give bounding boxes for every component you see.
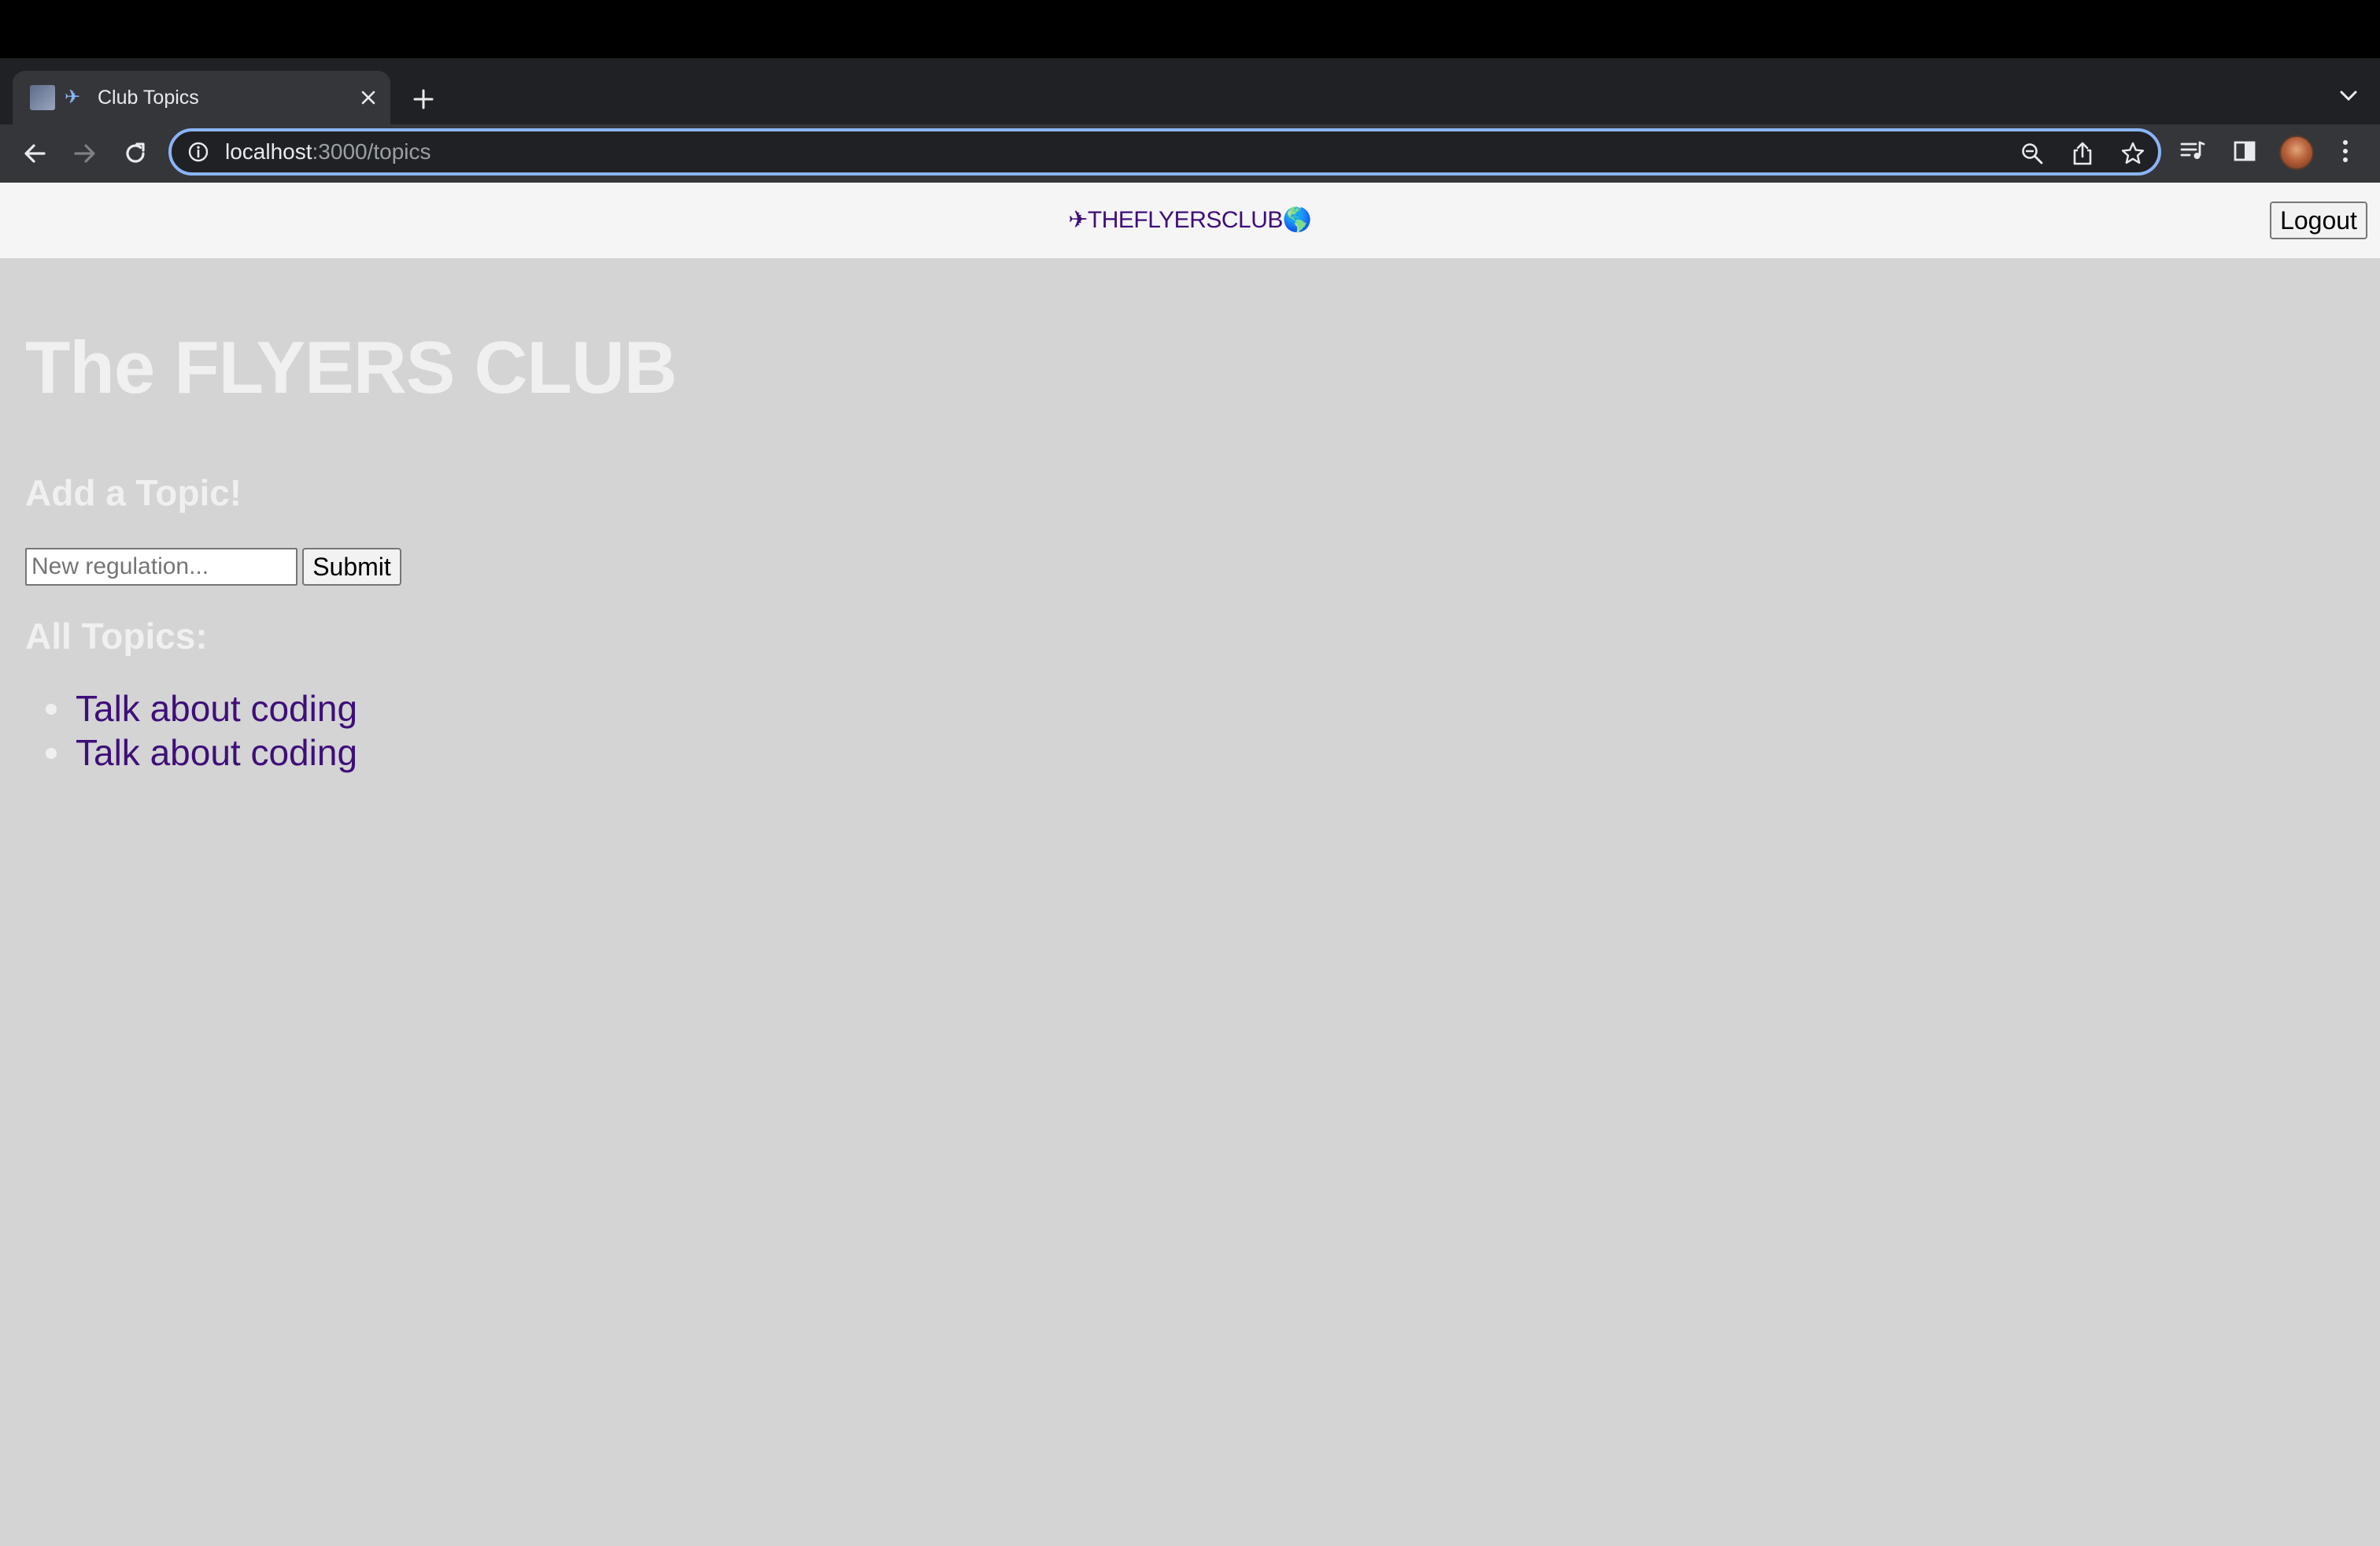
- url-host: localhost: [225, 139, 312, 164]
- submit-button[interactable]: Submit: [302, 548, 401, 586]
- all-topics-heading: All Topics:: [25, 616, 208, 656]
- forward-arrow-icon[interactable]: [65, 133, 105, 174]
- bullet-icon: [46, 748, 57, 759]
- url-path: :3000/topics: [312, 139, 431, 164]
- page-viewport: ✈THEFLYERSCLUB🌎 Logout The FLYERS CLUB A…: [0, 183, 2380, 1546]
- profile-avatar[interactable]: [2279, 135, 2314, 170]
- favicon-icon: [30, 85, 55, 110]
- address-bar[interactable]: localhost:3000/topics: [168, 128, 2161, 176]
- reload-icon[interactable]: [115, 133, 156, 174]
- bullet-icon: [46, 704, 57, 715]
- bookmark-star-icon[interactable]: [2119, 139, 2147, 168]
- mac-menu-bar: [0, 0, 2380, 58]
- screen: ✈ Club Topics localhost:3000/topics ✈THE…: [0, 0, 2380, 1546]
- add-topic-heading: Add a Topic!: [25, 472, 242, 513]
- tab-strip: ✈ Club Topics: [0, 58, 2380, 124]
- browser-toolbar: localhost:3000/topics: [0, 124, 2380, 183]
- plane-icon: ✈: [65, 87, 81, 108]
- back-arrow-icon[interactable]: [14, 133, 55, 174]
- zoom-icon[interactable]: [2018, 139, 2046, 168]
- url-text[interactable]: localhost:3000/topics: [225, 138, 431, 166]
- topic-link[interactable]: Talk about coding: [76, 686, 357, 730]
- new-tab-button[interactable]: [406, 82, 441, 117]
- page-title: The FLYERS CLUB: [25, 326, 678, 409]
- logout-button[interactable]: Logout: [2270, 202, 2367, 239]
- share-icon[interactable]: [2068, 139, 2097, 168]
- tab-title: Club Topics: [98, 87, 199, 109]
- site-navbar: ✈THEFLYERSCLUB🌎 Logout: [0, 183, 2380, 258]
- close-icon[interactable]: [354, 83, 382, 112]
- media-queue-icon[interactable]: [2177, 135, 2208, 167]
- site-info-icon[interactable]: [187, 141, 209, 163]
- topic-link[interactable]: Talk about coding: [76, 730, 357, 775]
- more-menu-icon[interactable]: [2330, 135, 2361, 167]
- new-topic-input[interactable]: [25, 548, 298, 586]
- tab-club-topics[interactable]: ✈ Club Topics: [13, 71, 390, 124]
- tab-search-chevron-icon[interactable]: [2331, 79, 2366, 113]
- site-brand-link[interactable]: ✈THEFLYERSCLUB🌎: [0, 183, 2380, 258]
- side-panel-icon[interactable]: [2229, 135, 2260, 167]
